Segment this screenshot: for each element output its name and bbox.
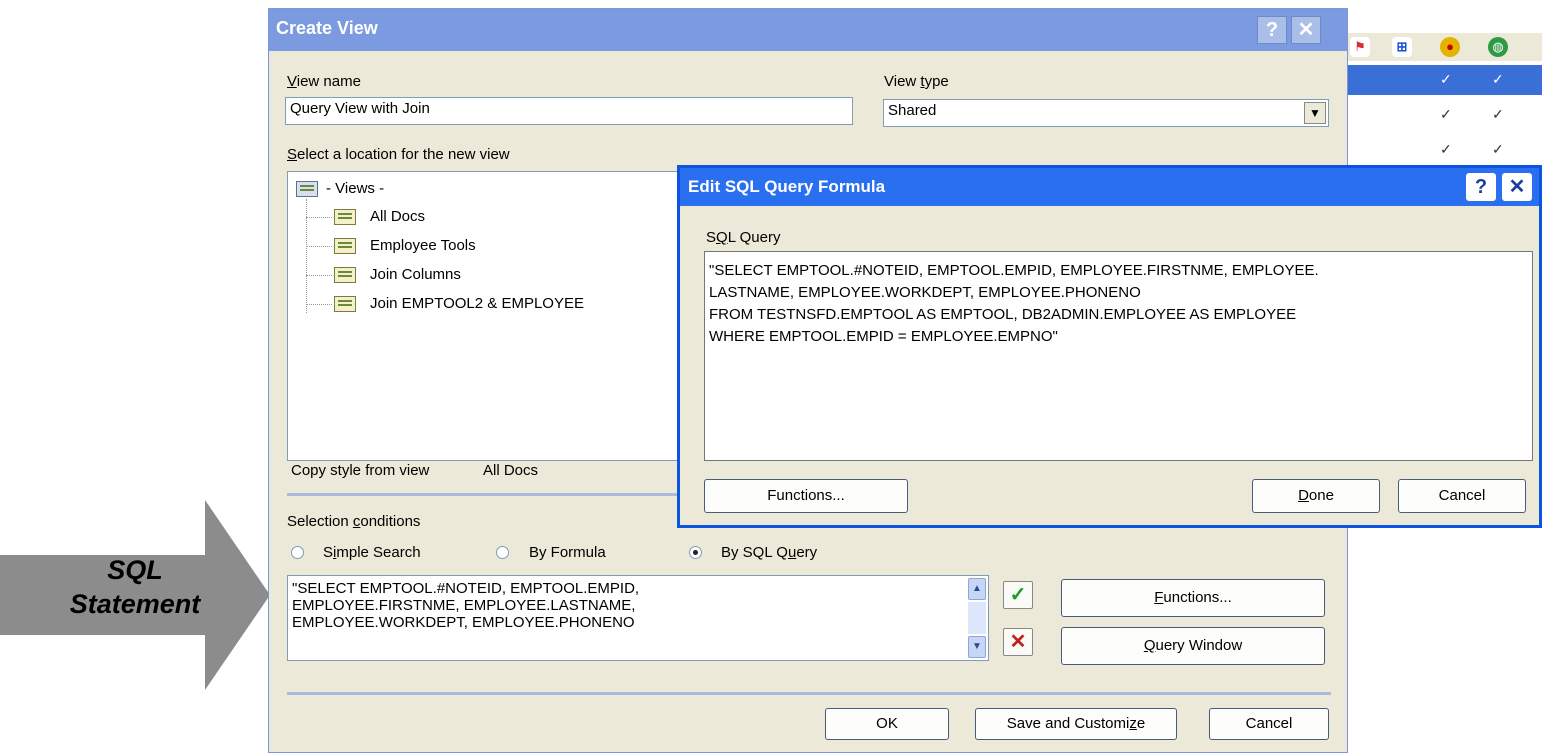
close-button[interactable]: ✕ — [1291, 16, 1321, 44]
simple-search-radio[interactable] — [291, 546, 304, 559]
check-mark-icon: ✓ — [1492, 141, 1504, 157]
views-folder-icon — [296, 181, 318, 197]
by-formula-label[interactable]: By Formula — [529, 544, 606, 561]
by-formula-radio[interactable] — [496, 546, 509, 559]
tree-root[interactable]: - Views - — [326, 180, 384, 197]
sql-query-line: WHERE EMPTOOL.EMPID = EMPLOYEE.EMPNO" — [709, 328, 1058, 345]
view-type-label: View type — [884, 73, 949, 90]
reject-x-icon[interactable]: ✕ — [1003, 628, 1033, 656]
tree-connector — [306, 246, 332, 247]
background-toolbar: ⚑ ⊞ ● ◍ — [1348, 33, 1542, 61]
tree-connector — [306, 217, 332, 218]
save-and-customize-button[interactable]: Save and Customize — [975, 708, 1177, 740]
table-row[interactable]: ✓ ✓ — [1348, 135, 1542, 165]
edit-sql-query-dialog: Edit SQL Query Formula ? ✕ SQL Query "SE… — [677, 165, 1542, 528]
tree-item[interactable]: Join EMPTOOL2 & EMPLOYEE — [370, 295, 584, 312]
view-icon — [334, 238, 356, 254]
sql-query-textarea[interactable]: "SELECT EMPTOOL.#NOTEID, EMPTOOL.EMPID, … — [704, 251, 1533, 461]
by-sql-query-radio[interactable] — [689, 546, 702, 559]
tree-item[interactable]: Join Columns — [370, 266, 461, 283]
check-mark-icon: ✓ — [1492, 71, 1504, 87]
close-button[interactable]: ✕ — [1502, 173, 1532, 201]
cancel-button[interactable]: Cancel — [1209, 708, 1329, 740]
help-button[interactable]: ? — [1466, 173, 1496, 201]
flag-icon[interactable]: ⚑ — [1350, 37, 1370, 57]
copy-style-value[interactable]: All Docs — [483, 462, 538, 479]
formula-line: "SELECT EMPTOOL.#NOTEID, EMPTOOL.EMPID, — [292, 580, 640, 597]
create-view-title: Create View — [276, 18, 378, 38]
view-name-label: View name — [287, 73, 361, 90]
query-window-button[interactable]: Query Window — [1061, 627, 1325, 665]
view-icon — [334, 296, 356, 312]
accept-check-icon[interactable]: ✓ — [1003, 581, 1033, 609]
check-mark-icon: ✓ — [1492, 106, 1504, 122]
location-label: Select a location for the new view — [287, 146, 510, 163]
done-button[interactable]: Done — [1252, 479, 1380, 513]
tree-connector — [306, 275, 332, 276]
tree-connector — [306, 304, 332, 305]
formula-line: EMPLOYEE.WORKDEPT, EMPLOYEE.PHONENO — [292, 614, 635, 631]
formula-textarea[interactable]: "SELECT EMPTOOL.#NOTEID, EMPTOOL.EMPID, … — [287, 575, 989, 661]
scroll-down-button[interactable]: ▼ — [968, 636, 986, 658]
simple-search-label[interactable]: Simple Search — [323, 544, 421, 561]
create-view-titlebar: Create View ? ✕ — [269, 9, 1347, 51]
divider — [287, 692, 1331, 695]
ok-button[interactable]: OK — [825, 708, 949, 740]
check-mark-icon: ✓ — [1440, 141, 1452, 157]
help-button[interactable]: ? — [1257, 16, 1287, 44]
sql-dialog-title: Edit SQL Query Formula — [688, 177, 886, 196]
sql-functions-button[interactable]: Functions... — [704, 479, 908, 513]
callout-label: SQL Statement — [69, 555, 201, 619]
badge-icon[interactable]: ● — [1440, 37, 1460, 57]
table-row[interactable]: ✓ ✓ — [1348, 100, 1542, 130]
view-name-input[interactable]: Query View with Join — [285, 97, 853, 125]
formula-line: EMPLOYEE.FIRSTNME, EMPLOYEE.LASTNAME, — [292, 597, 636, 614]
check-mark-icon: ✓ — [1440, 106, 1452, 122]
functions-button[interactable]: Functions... — [1061, 579, 1325, 617]
sql-query-line: LASTNAME, EMPLOYEE.WORKDEPT, EMPLOYEE.PH… — [709, 284, 1141, 301]
copy-style-label: Copy style from view — [291, 462, 430, 479]
grid-icon[interactable]: ⊞ — [1392, 37, 1412, 57]
chevron-down-icon[interactable]: ▼ — [1304, 102, 1326, 124]
tree-item[interactable]: Employee Tools — [370, 237, 476, 254]
table-row[interactable]: ✓ ✓ — [1348, 65, 1542, 95]
view-type-value: Shared — [888, 102, 937, 119]
scroll-up-button[interactable]: ▲ — [968, 578, 986, 600]
by-sql-query-label[interactable]: By SQL Query — [721, 544, 817, 561]
sql-query-line: FROM TESTNSFD.EMPTOOL AS EMPTOOL, DB2ADM… — [709, 306, 1297, 323]
scrollbar-track[interactable] — [968, 602, 986, 634]
view-type-select[interactable]: Shared ▼ — [883, 99, 1329, 127]
selection-conditions-label: Selection conditions — [287, 513, 421, 530]
view-icon — [334, 209, 356, 225]
location-tree[interactable]: - Views - All Docs Employee Tools Join C… — [287, 171, 687, 461]
sql-dialog-titlebar: Edit SQL Query Formula ? ✕ — [680, 168, 1539, 206]
view-icon — [334, 267, 356, 283]
sql-query-label: SQL Query — [706, 229, 781, 246]
tree-item[interactable]: All Docs — [370, 208, 425, 225]
sql-cancel-button[interactable]: Cancel — [1398, 479, 1526, 513]
globe-icon[interactable]: ◍ — [1488, 37, 1508, 57]
check-mark-icon: ✓ — [1440, 71, 1452, 87]
sql-query-line: "SELECT EMPTOOL.#NOTEID, EMPTOOL.EMPID, … — [709, 262, 1319, 279]
